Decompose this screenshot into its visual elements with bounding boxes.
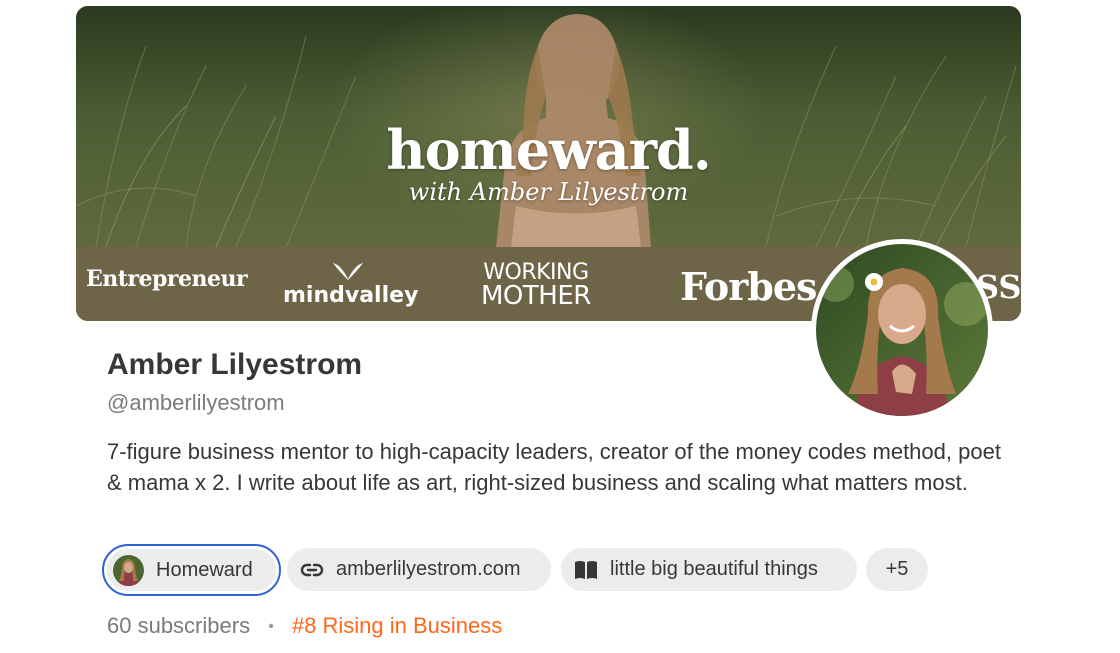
entrepreneur-logo: Entrepreneur bbox=[86, 266, 248, 292]
banner-title: homeward. bbox=[386, 118, 711, 182]
website-chip-label: amberlilyestrom.com bbox=[336, 558, 521, 580]
banner-subtitle: with Amber Lilyestrom bbox=[408, 178, 689, 206]
working-mother-logo: WORKING MOTHER bbox=[481, 262, 591, 311]
more-links-chip[interactable]: +5 bbox=[866, 548, 928, 591]
working-mother-line2: MOTHER bbox=[481, 281, 591, 311]
profile-avatar[interactable] bbox=[811, 239, 993, 421]
publication-chip-homeward[interactable]: Homeward bbox=[102, 544, 281, 596]
website-chip[interactable]: amberlilyestrom.com bbox=[287, 548, 551, 591]
subscriber-count[interactable]: 60 subscribers bbox=[107, 613, 250, 638]
book-icon bbox=[575, 560, 597, 579]
rising-rank-link[interactable]: #8 Rising in Business bbox=[292, 613, 502, 638]
profile-handle: @amberlilyestrom bbox=[107, 390, 285, 415]
profile-avatar-image bbox=[816, 244, 988, 416]
stats-separator: • bbox=[268, 618, 274, 635]
profile-name: Amber Lilyestrom bbox=[107, 348, 363, 381]
profile-stats: 60 subscribers • #8 Rising in Business bbox=[107, 612, 502, 641]
link-icon bbox=[300, 563, 324, 576]
book-chip[interactable]: little big beautiful things bbox=[561, 548, 857, 591]
homeward-chip-label: Homeward bbox=[156, 558, 253, 581]
mindvalley-logo: mindvalley bbox=[283, 283, 419, 308]
forbes-logo: Forbes bbox=[680, 264, 817, 309]
book-chip-label: little big beautiful things bbox=[610, 558, 818, 580]
profile-bio: 7-figure business mentor to high-capacit… bbox=[107, 439, 1001, 495]
mindvalley-mark-icon bbox=[333, 263, 363, 280]
homeward-avatar bbox=[113, 554, 144, 586]
more-links-label: +5 bbox=[885, 558, 909, 580]
